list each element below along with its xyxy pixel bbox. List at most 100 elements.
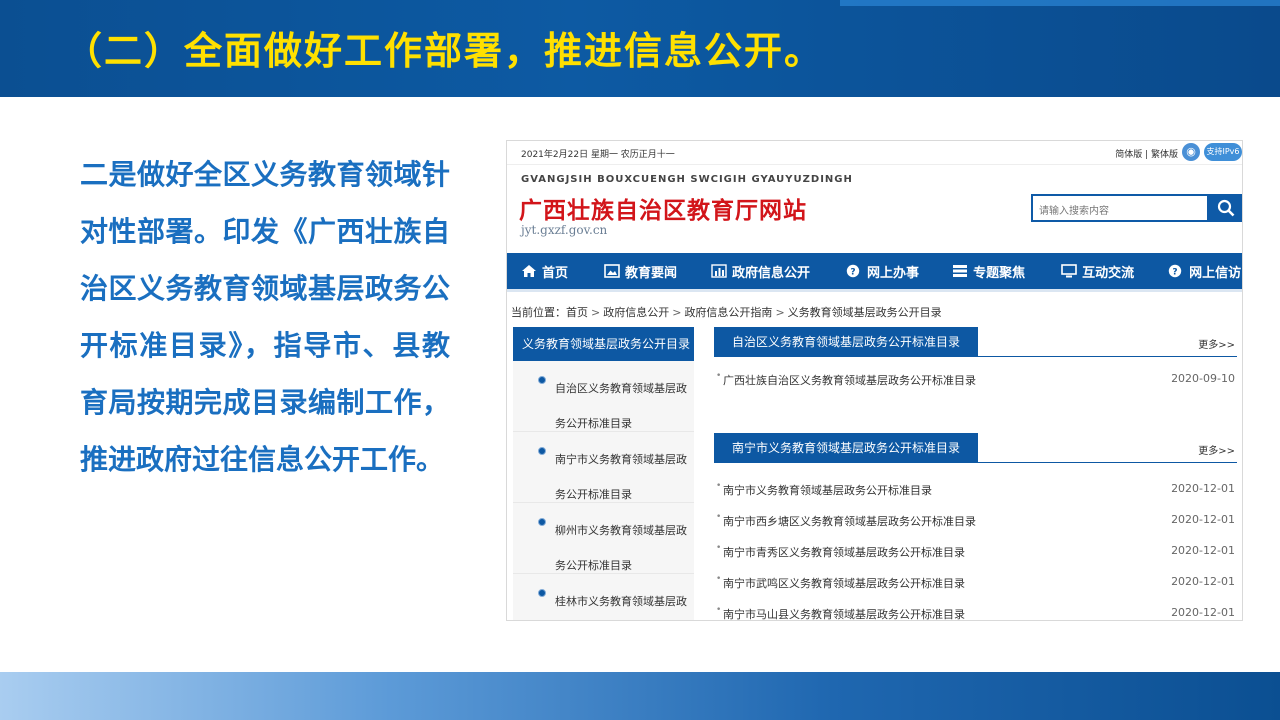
section-title[interactable]: 南宁市义务教育领域基层政务公开标准目录	[714, 433, 979, 463]
bullet-icon: •	[716, 543, 722, 553]
section-title[interactable]: 自治区义务教育领域基层政务公开标准目录	[714, 327, 979, 357]
breadcrumb-separator: >	[775, 306, 785, 319]
svg-text:?: ?	[850, 268, 855, 278]
slide-title: （二）全面做好工作部署，推进信息公开。	[64, 29, 825, 73]
nav-online-service[interactable]: ? 网上办事	[846, 262, 919, 281]
list-item-date: 2020-12-01	[1171, 544, 1235, 557]
search-button[interactable]	[1209, 194, 1242, 222]
nav-underline	[507, 289, 1242, 292]
nav-interaction[interactable]: 互动交流	[1061, 262, 1134, 281]
search-icon	[1217, 199, 1235, 217]
more-link[interactable]: 更多>>	[1198, 336, 1235, 351]
main-nav: 首页 教育要闻 政府信息公开 ? 网上办事 专题聚焦 互动交流 ? 网上信访	[507, 253, 1242, 289]
nav-label: 政府信息公开	[732, 265, 811, 281]
sidebar-title: 义务教育领域基层政务公开目录	[513, 327, 694, 361]
sidebar-item-nanning[interactable]: 南宁市义务教育领域基层政务公开标准目录	[513, 432, 694, 503]
monitor-icon	[1061, 264, 1077, 278]
section-header: 自治区义务教育领域基层政务公开标准目录 更多>>	[714, 327, 1237, 357]
svg-text:?: ?	[1172, 268, 1177, 278]
list-item-date: 2020-12-01	[1171, 482, 1235, 495]
breadcrumb: 当前位置：首页 > 政府信息公开 > 政府信息公开指南 > 义务教育领域基层政务公开目录	[511, 304, 942, 320]
sidebar-item-guilin[interactable]: 桂林市义务教育领域基层政务	[513, 574, 694, 620]
sidebar-item-label: 南宁市义务教育领域基层政务公开标准目录	[555, 453, 687, 501]
website-screenshot: 2021年2月22日 星期一 农历正月十一 简体版 | 繁体版 ◉ 支持IPv6…	[506, 140, 1243, 621]
list-item[interactable]: • 南宁市武鸣区义务教育领域基层政务公开标准目录 2020-12-01	[714, 566, 1237, 597]
nav-label: 教育要闻	[625, 265, 678, 281]
sidebar-item-label: 桂林市义务教育领域基层政务	[555, 595, 687, 608]
nav-home[interactable]: 首页	[521, 262, 568, 281]
ipv6-badge: 支持IPv6	[1204, 143, 1242, 161]
nav-gov-info[interactable]: 政府信息公开	[711, 262, 810, 281]
main-content: 自治区义务教育领域基层政务公开标准目录 更多>> • 广西壮族自治区义务教育领域…	[714, 327, 1237, 621]
nav-news[interactable]: 教育要闻	[604, 262, 677, 281]
section-nanning: 南宁市义务教育领域基层政务公开标准目录 更多>> • 南宁市义务教育领域基层政务…	[714, 433, 1237, 621]
breadcrumb-prefix: 当前位置：	[511, 306, 566, 319]
bullet-icon: •	[716, 574, 722, 584]
list-item[interactable]: • 广西壮族自治区义务教育领域基层政务公开标准目录 2020-09-10	[714, 363, 1237, 394]
bullet-icon: •	[716, 512, 722, 522]
slide-body-text: 二是做好全区义务教育领域针对性部署。印发《广西壮族自治区义务教育领域基层政务公开…	[80, 158, 450, 476]
search-input[interactable]: 请输入搜索内容	[1031, 194, 1209, 222]
breadcrumb-separator: >	[591, 306, 601, 319]
nav-label: 专题聚焦	[973, 265, 1026, 281]
brand-pinyin: GVANGJSIH BOUXCUENGH SWCIGIH GYAUYUZDING…	[521, 174, 853, 185]
image-icon	[604, 264, 620, 278]
bullet-icon	[538, 518, 546, 526]
nav-topics[interactable]: 专题聚焦	[952, 262, 1025, 281]
utility-bar: 2021年2月22日 星期一 农历正月十一 简体版 | 繁体版 ◉ 支持IPv6	[507, 141, 1242, 165]
nav-label: 网上信访	[1189, 265, 1242, 281]
breadcrumb-separator: >	[672, 306, 682, 319]
language-switch: 简体版 | 繁体版	[1115, 147, 1178, 160]
list-item[interactable]: • 南宁市青秀区义务教育领域基层政务公开标准目录 2020-12-01	[714, 535, 1237, 566]
bullet-icon	[538, 376, 546, 384]
list-icon	[953, 265, 968, 277]
nav-petition[interactable]: ? 网上信访	[1168, 262, 1241, 281]
list-item-title: 南宁市武鸣区义务教育领域基层政务公开标准目录	[723, 577, 965, 590]
list-item-title: 南宁市西乡塘区义务教育领域基层政务公开标准目录	[723, 515, 976, 528]
title-band-accent	[840, 0, 1280, 6]
section-region: 自治区义务教育领域基层政务公开标准目录 更多>> • 广西壮族自治区义务教育领域…	[714, 327, 1237, 394]
date-text: 2021年2月22日 星期一 农历正月十一	[521, 150, 675, 160]
more-link[interactable]: 更多>>	[1198, 442, 1235, 457]
chat-icon: ?	[1168, 264, 1182, 278]
bullet-icon: •	[716, 605, 722, 615]
nav-label: 互动交流	[1082, 265, 1135, 281]
slide: （二）全面做好工作部署，推进信息公开。 二是做好全区义务教育领域针对性部署。印发…	[0, 0, 1280, 720]
bullet-icon	[538, 589, 546, 597]
site-logo-title[interactable]: 广西壮族自治区教育厅网站	[519, 191, 807, 225]
list-item[interactable]: • 南宁市义务教育领域基层政务公开标准目录 2020-12-01	[714, 473, 1237, 504]
nav-label: 首页	[542, 265, 569, 281]
breadcrumb-gov-info[interactable]: 政府信息公开	[603, 306, 669, 319]
home-icon	[522, 265, 536, 277]
bullet-icon: •	[716, 371, 722, 381]
bar-chart-icon	[711, 264, 727, 278]
lang-traditional-link[interactable]: 繁体版	[1151, 150, 1178, 160]
list-item-date: 2020-12-01	[1171, 575, 1235, 588]
breadcrumb-guide[interactable]: 政府信息公开指南	[684, 306, 772, 319]
section-header: 南宁市义务教育领域基层政务公开标准目录 更多>>	[714, 433, 1237, 463]
service-icon: ?	[846, 264, 860, 278]
list-item-date: 2020-12-01	[1171, 513, 1235, 526]
globe-icon[interactable]: ◉	[1182, 143, 1200, 161]
list-item-date: 2020-09-10	[1171, 372, 1235, 385]
list-item[interactable]: • 南宁市西乡塘区义务教育领域基层政务公开标准目录 2020-12-01	[714, 504, 1237, 535]
bullet-icon	[538, 447, 546, 455]
list-item-title: 南宁市马山县义务教育领域基层政务公开标准目录	[723, 608, 965, 621]
sidebar-item-label: 柳州市义务教育领域基层政务公开标准目录	[555, 524, 687, 572]
list-item-title: 南宁市义务教育领域基层政务公开标准目录	[723, 484, 932, 497]
footer-band	[0, 672, 1280, 720]
list-item-title: 广西壮族自治区义务教育领域基层政务公开标准目录	[723, 374, 976, 387]
sidebar: 义务教育领域基层政务公开目录 自治区义务教育领域基层政务公开标准目录 南宁市义务…	[513, 327, 694, 620]
lang-simplified-link[interactable]: 简体版	[1115, 150, 1142, 160]
sidebar-item-label: 自治区义务教育领域基层政务公开标准目录	[555, 382, 687, 430]
list-item[interactable]: • 南宁市马山县义务教育领域基层政务公开标准目录 2020-12-01	[714, 597, 1237, 621]
breadcrumb-current: 义务教育领域基层政务公开目录	[787, 306, 942, 319]
sidebar-item-region[interactable]: 自治区义务教育领域基层政务公开标准目录	[513, 361, 694, 432]
sidebar-item-liuzhou[interactable]: 柳州市义务教育领域基层政务公开标准目录	[513, 503, 694, 574]
bullet-icon: •	[716, 481, 722, 491]
list-item-title: 南宁市青秀区义务教育领域基层政务公开标准目录	[723, 546, 965, 559]
nav-label: 网上办事	[867, 265, 920, 281]
list-item-date: 2020-12-01	[1171, 606, 1235, 619]
site-url: jyt.gxzf.gov.cn	[521, 223, 608, 237]
breadcrumb-home[interactable]: 首页	[566, 306, 588, 319]
